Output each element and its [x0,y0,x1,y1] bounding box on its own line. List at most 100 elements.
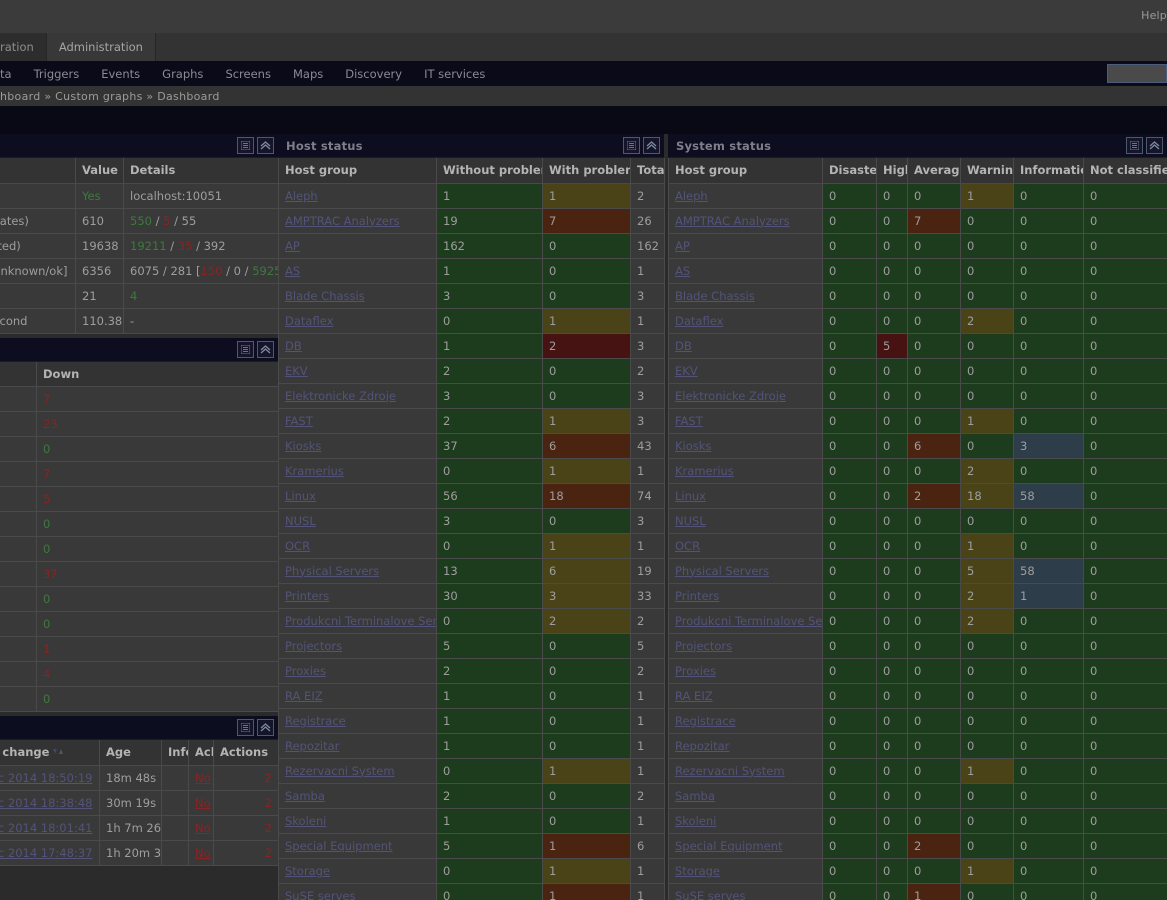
nav-item-screens[interactable]: Screens [214,67,282,81]
host-group-cell[interactable] [0,511,37,537]
nav-item-discovery[interactable]: Discovery [334,67,413,81]
last-change-cell[interactable]: 2 Dec 2014 18:50:19 [0,764,100,791]
nav-item-maps[interactable]: Maps [282,67,334,81]
host-group-cell[interactable]: FAST [668,407,823,434]
host-group-cell[interactable]: Dataflex [668,307,823,334]
host-group-cell[interactable]: Aleph [278,182,437,209]
host-group-cell[interactable]: Storage [278,857,437,884]
host-group-cell[interactable]: Physical Servers [668,557,823,584]
host-group-cell[interactable] [0,411,37,437]
host-group-cell[interactable]: Produkcni Terminalove Servery [668,607,823,634]
host-group-cell[interactable]: DB [278,332,437,359]
host-group-cell[interactable]: SuSE serves [668,882,823,900]
host-group-cell[interactable]: Special Equipment [278,832,437,859]
host-group-cell[interactable]: Projectors [668,632,823,659]
ack-cell[interactable]: No [188,764,214,791]
host-group-cell[interactable]: RA EIZ [278,682,437,709]
host-group-cell[interactable]: Registrace [668,707,823,734]
search-input[interactable] [1107,64,1167,83]
help-link[interactable]: Help [1141,9,1167,22]
host-group-cell[interactable]: Kramerius [668,457,823,484]
host-group-cell[interactable] [0,436,37,462]
host-group-cell[interactable]: EKV [278,357,437,384]
host-group-cell[interactable]: FAST [278,407,437,434]
host-group-cell[interactable]: Repozitar [668,732,823,759]
host-group-cell[interactable]: Linux [278,482,437,509]
host-group-cell[interactable]: Special Equipment [668,832,823,859]
host-group-cell[interactable]: Blade Chassis [668,282,823,309]
host-group-cell[interactable]: AP [668,232,823,259]
list-icon[interactable] [623,137,640,154]
host-group-cell[interactable] [0,536,37,562]
ack-cell[interactable]: No [188,789,214,816]
last-change-cell[interactable]: 2 Dec 2014 17:48:37 [0,839,100,866]
nav-item-graphs[interactable]: Graphs [151,67,214,81]
host-group-cell[interactable]: Produkcni Terminalove Servery [278,607,437,634]
host-group-cell[interactable]: AS [668,257,823,284]
host-group-cell[interactable]: OCR [278,532,437,559]
host-group-cell[interactable]: Skoleni [278,807,437,834]
host-group-cell[interactable]: DB [668,332,823,359]
col-last-change[interactable]: Last change [0,740,100,766]
host-group-cell[interactable]: Proxies [278,657,437,684]
host-group-cell[interactable] [0,661,37,687]
last-change-cell[interactable]: 2 Dec 2014 18:01:41 [0,814,100,841]
list-icon[interactable] [1126,137,1143,154]
host-group-cell[interactable]: Aleph [668,182,823,209]
host-group-cell[interactable] [0,586,37,612]
last-change-cell[interactable]: 2 Dec 2014 18:38:48 [0,789,100,816]
host-group-cell[interactable]: Kiosks [278,432,437,459]
host-group-cell[interactable] [0,461,37,487]
list-icon[interactable] [237,137,254,154]
host-group-cell[interactable]: Kiosks [668,432,823,459]
nav-item-it-services[interactable]: IT services [413,67,496,81]
host-group-cell[interactable]: Elektronicke Zdroje [668,382,823,409]
host-group-cell[interactable]: Samba [278,782,437,809]
host-group-cell[interactable] [0,386,37,412]
chevron-up-icon[interactable] [257,137,274,154]
chevron-up-icon[interactable] [1146,137,1163,154]
host-group-cell[interactable]: Blade Chassis [278,282,437,309]
chevron-up-icon[interactable] [643,137,660,154]
tab-administration[interactable]: Administration [46,33,156,61]
host-group-cell[interactable]: Skoleni [668,807,823,834]
host-group-cell[interactable]: Storage [668,857,823,884]
host-group-cell[interactable]: Proxies [668,657,823,684]
host-group-cell[interactable]: AMPTRAC Analyzers [668,207,823,234]
host-group-cell[interactable]: Repozitar [278,732,437,759]
host-group-cell[interactable]: AS [278,257,437,284]
host-group-cell[interactable]: NUSL [278,507,437,534]
nav-item-latest-data[interactable]: ta [0,67,23,81]
host-group-cell[interactable]: SuSE serves [278,882,437,900]
ack-cell[interactable]: No [188,814,214,841]
host-group-cell[interactable]: EKV [668,357,823,384]
host-group-cell[interactable]: Rezervacni System [278,757,437,784]
host-group-cell[interactable]: Kramerius [278,457,437,484]
host-group-cell[interactable]: Samba [668,782,823,809]
host-group-cell[interactable] [0,486,37,512]
host-group-cell[interactable]: OCR [668,532,823,559]
list-icon[interactable] [237,719,254,736]
host-group-cell[interactable]: Dataflex [278,307,437,334]
host-group-cell[interactable]: Projectors [278,632,437,659]
host-group-cell[interactable] [0,636,37,662]
tab-configuration[interactable]: ration [0,33,47,61]
host-group-cell[interactable]: Linux [668,482,823,509]
host-group-cell[interactable]: AP [278,232,437,259]
host-group-cell[interactable]: NUSL [668,507,823,534]
host-group-cell[interactable] [0,686,37,712]
nav-item-events[interactable]: Events [90,67,151,81]
host-group-cell[interactable]: RA EIZ [668,682,823,709]
host-group-cell[interactable]: Printers [668,582,823,609]
host-group-cell[interactable] [0,611,37,637]
nav-item-triggers[interactable]: Triggers [23,67,91,81]
host-group-cell[interactable]: Rezervacni System [668,757,823,784]
list-icon[interactable] [237,340,254,358]
chevron-up-icon[interactable] [257,719,274,736]
host-group-cell[interactable]: Registrace [278,707,437,734]
host-group-cell[interactable]: Physical Servers [278,557,437,584]
host-group-cell[interactable]: Printers [278,582,437,609]
host-group-cell[interactable]: AMPTRAC Analyzers [278,207,437,234]
chevron-up-icon[interactable] [257,340,274,358]
host-group-cell[interactable]: Elektronicke Zdroje [278,382,437,409]
